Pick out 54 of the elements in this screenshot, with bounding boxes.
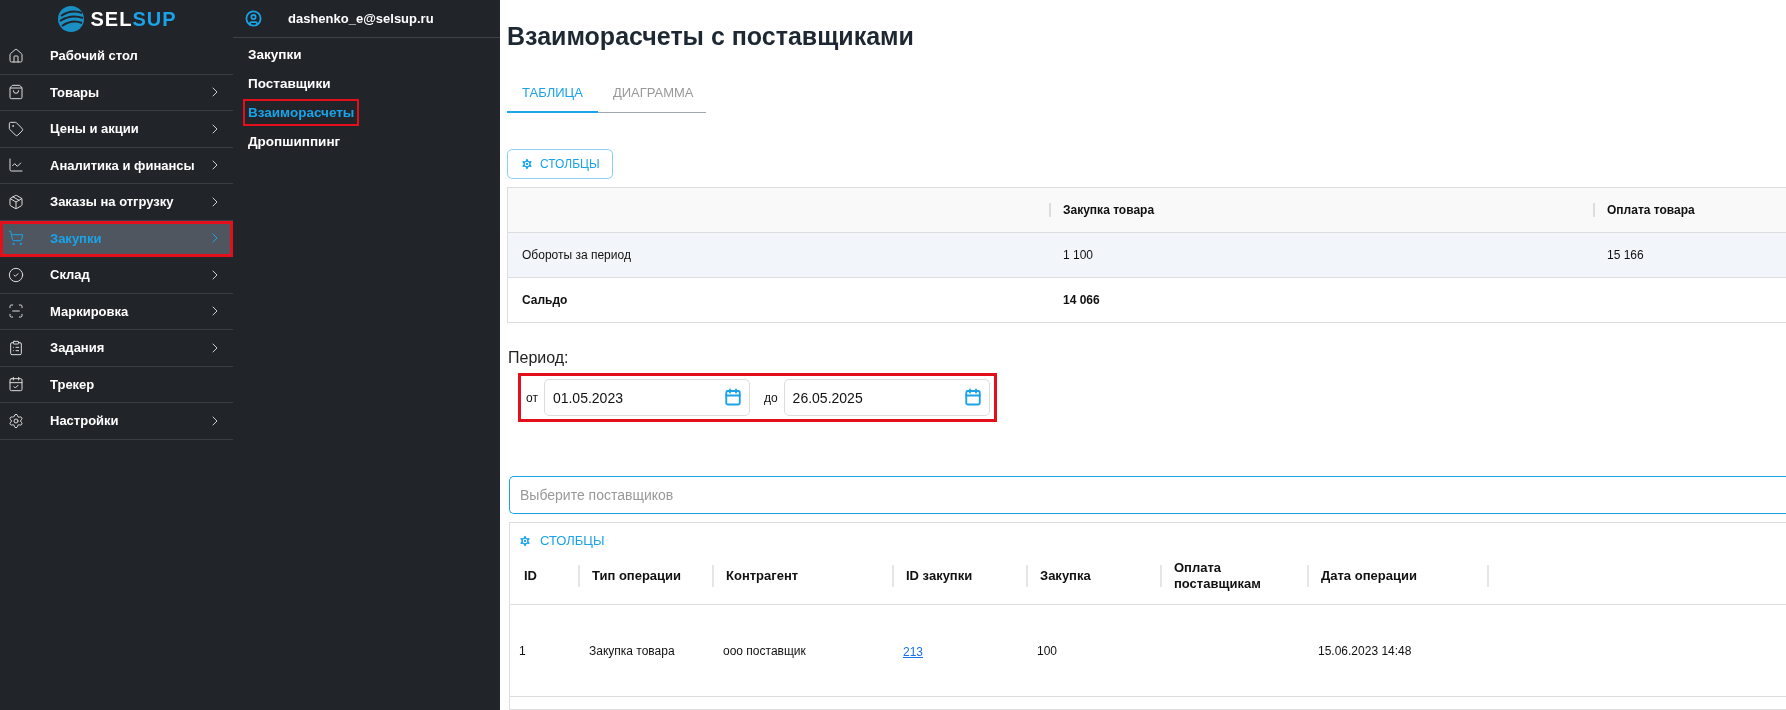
- table-cell-text: 100: [1036, 643, 1059, 658]
- period-label: Период:: [508, 349, 570, 367]
- purchase-link[interactable]: 213: [903, 644, 924, 659]
- column-header: Тип операции: [591, 568, 682, 584]
- menu-icon: [8, 412, 24, 429]
- user-icon: [245, 10, 262, 27]
- menu-icon: [8, 84, 24, 101]
- sidebar-item[interactable]: Настройки: [0, 403, 233, 440]
- column-header: Дата операции: [1320, 568, 1417, 584]
- menu-icon: [8, 47, 24, 64]
- logo-text: SELSUP: [90, 7, 177, 31]
- column-header: Оплата товара: [1593, 203, 1786, 217]
- menu-icon: [8, 230, 24, 247]
- calendar-icon[interactable]: [963, 388, 982, 406]
- row-label: Сальдо: [521, 293, 569, 307]
- table-cell-text: 1 100: [1062, 248, 1095, 262]
- column-header: Закупка: [1039, 568, 1091, 584]
- from-label: от: [526, 390, 538, 405]
- row-label: Обороты за период: [521, 248, 632, 262]
- table-cell-text: 1: [518, 643, 527, 658]
- table-cell-text: ооо поставщик: [722, 643, 807, 658]
- column-header: Закупка товара: [1049, 203, 1593, 217]
- table-cell-text: 15 166: [1606, 248, 1645, 262]
- menu-icon: [8, 120, 24, 137]
- submenu-item[interactable]: Дропшиппинг: [245, 130, 344, 153]
- page-title: Взаиморасчеты с поставщиками: [507, 22, 915, 51]
- column-header: Контрагент: [725, 568, 799, 584]
- table-cell-text: 15.06.2023 14:48: [1317, 643, 1413, 658]
- menu-icon: [8, 266, 24, 283]
- supplier-select[interactable]: Выберите поставщиков: [509, 476, 1786, 514]
- date-field[interactable]: 01.05.2023: [543, 379, 750, 416]
- sidebar-item[interactable]: Заказы на отгрузку: [0, 184, 233, 221]
- settings-icon: [518, 533, 532, 548]
- sidebar-item[interactable]: Товары: [0, 74, 233, 111]
- column-header: ID: [523, 568, 537, 584]
- column-header: Оплата поставщикам: [1173, 560, 1262, 592]
- menu-icon: [8, 157, 24, 174]
- settings-icon: [520, 157, 534, 171]
- submenu-item[interactable]: Поставщики: [245, 72, 334, 95]
- menu-icon: [8, 376, 24, 393]
- logo-icon: [56, 4, 87, 34]
- table-cell-text: Закупка товара: [588, 643, 676, 658]
- column-header: ID закупки: [905, 568, 973, 584]
- menu-icon: [8, 303, 24, 320]
- menu-icon: [8, 193, 24, 210]
- table-cell-text: 14 066: [1062, 293, 1101, 307]
- submenu-item[interactable]: Взаиморасчеты: [245, 101, 358, 124]
- user-email: dashenko_e@selsup.ru: [288, 11, 434, 26]
- submenu-item[interactable]: Закупки: [245, 43, 305, 66]
- sidebar-item[interactable]: Рабочий стол: [0, 38, 233, 75]
- date-field[interactable]: 26.05.2025: [783, 379, 990, 416]
- calendar-icon[interactable]: [723, 388, 742, 406]
- to-label: до: [763, 390, 778, 405]
- menu-icon: [8, 339, 24, 356]
